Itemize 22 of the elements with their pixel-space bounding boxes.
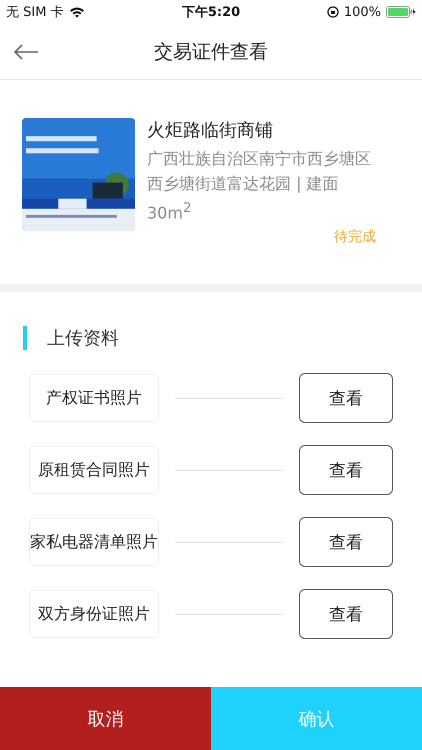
section-title: 上传资料: [47, 327, 119, 350]
section-marker: [23, 326, 27, 350]
cancel-button[interactable]: 取消: [0, 687, 211, 750]
battery-icon: [386, 6, 416, 18]
rotation-lock-icon: [326, 6, 339, 18]
battery-label: 100%: [344, 4, 381, 20]
time-label: 下午5:20: [182, 4, 240, 21]
document-label: 原租赁合同照片: [29, 446, 159, 494]
view-button[interactable]: 查看: [299, 589, 393, 639]
document-label: 双方身份证照片: [29, 590, 159, 638]
property-name: 火炬路临街商铺: [147, 119, 274, 143]
property-address: 广西壮族自治区南宁市西乡塘区西乡塘街道富达花园 | 建面30m$^{2}$: [147, 148, 372, 224]
back-arrow-icon[interactable]: [13, 44, 39, 60]
document-label: 家私电器清单照片: [29, 518, 159, 566]
view-button[interactable]: 查看: [299, 517, 393, 567]
view-button[interactable]: 查看: [299, 445, 393, 495]
page-title: 交易证件查看: [154, 40, 268, 64]
status-label: 待完成: [334, 228, 376, 246]
document-label: 产权证书照片: [29, 374, 159, 422]
view-button[interactable]: 查看: [299, 373, 393, 423]
carrier-label: 无 SIM 卡: [6, 4, 64, 21]
wifi-icon: [68, 6, 85, 18]
